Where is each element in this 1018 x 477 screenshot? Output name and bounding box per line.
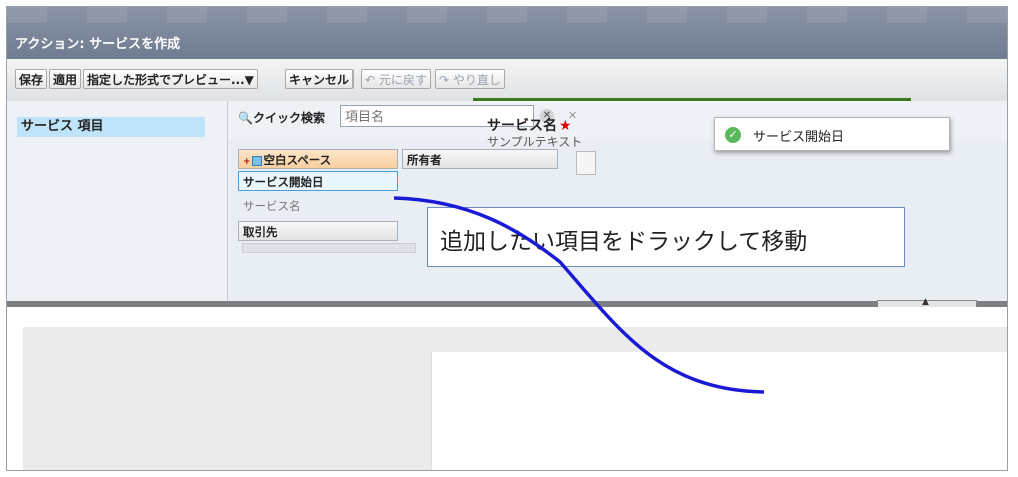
- layout-section: [431, 352, 1007, 470]
- apply-button[interactable]: 適用: [49, 69, 82, 89]
- layout-canvas: [7, 307, 1007, 470]
- dragged-field-chip[interactable]: ✓ サービス開始日: [714, 117, 950, 151]
- preview-dropdown[interactable]: 指定した形式でプレビュー...▼: [83, 69, 258, 89]
- quick-find-text: クイック検索: [252, 111, 325, 125]
- palette-field-shadow: [242, 243, 416, 253]
- title-bar: アクション: サービスを作成: [7, 7, 1007, 59]
- drop-indicator-line: [473, 98, 911, 101]
- redo-label: やり直し: [452, 73, 501, 87]
- palette-field-owner[interactable]: 所有者: [402, 149, 558, 169]
- callout-text: 追加したい項目をドラックして移動: [440, 229, 808, 255]
- cancel-button[interactable]: キャンセル: [285, 69, 354, 89]
- instruction-callout: 追加したい項目をドラックして移動: [427, 207, 905, 267]
- palette-field-service-name: サービス名: [243, 199, 301, 213]
- required-icon: ★: [559, 118, 572, 134]
- save-button[interactable]: 保存: [15, 69, 48, 89]
- action-layout-editor: アクション: サービスを作成 保存 適用 指定した形式でプレビュー...▼ キャ…: [6, 6, 1008, 471]
- window-title: アクション: サービスを作成: [15, 37, 181, 52]
- undo-icon: ↶: [365, 73, 376, 87]
- title-bar-pattern: [7, 7, 1007, 23]
- plus-icon: +: [243, 157, 251, 167]
- layout-field-sample: サンプルテキスト: [487, 135, 583, 149]
- field-label: 空白スペース: [263, 153, 332, 167]
- check-icon: ✓: [725, 127, 741, 143]
- palette-field-service-start-date[interactable]: サービス開始日: [238, 171, 398, 191]
- chevron-up-icon: ▲: [922, 297, 929, 307]
- search-icon: 🔍: [238, 111, 253, 125]
- toolbar: 保存 適用 指定した形式でプレビュー...▼ キャンセル ↶ 元に戻す ↷ やり…: [7, 59, 1007, 102]
- redo-button[interactable]: ↷ やり直し: [435, 69, 505, 89]
- quick-find-label: 🔍クイック検索: [238, 109, 325, 126]
- palette-field-account[interactable]: 取引先: [238, 221, 398, 241]
- palette-field-blank-space[interactable]: + 空白スペース: [238, 149, 398, 169]
- category-item-service-fields[interactable]: サービス 項目: [17, 117, 205, 137]
- undo-button[interactable]: ↶ 元に戻す: [361, 69, 431, 89]
- redo-icon: ↷: [439, 73, 450, 87]
- toolbar-divider: [353, 69, 354, 89]
- layout-field-label: サービス名: [487, 118, 557, 134]
- layout-field-service-name[interactable]: サービス名 ★: [487, 115, 572, 135]
- dragged-field-label: サービス開始日: [753, 130, 845, 145]
- palette-placeholder-box: [576, 151, 596, 175]
- undo-label: 元に戻す: [378, 73, 427, 87]
- blank-space-icon: [251, 155, 262, 166]
- palette-categories: サービス 項目: [7, 101, 227, 301]
